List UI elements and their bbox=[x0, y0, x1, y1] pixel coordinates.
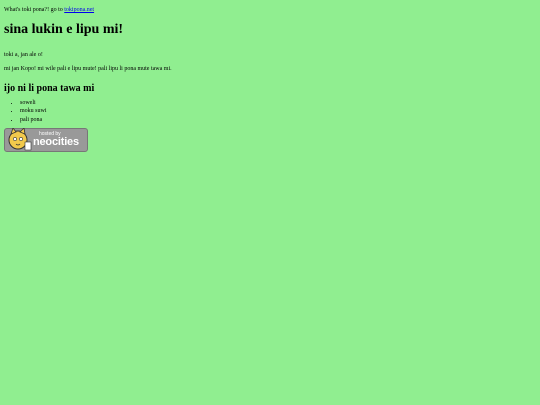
neocities-badge[interactable]: hosted by neocities bbox=[4, 127, 88, 152]
tokipona-link[interactable]: tokipona.net bbox=[64, 7, 94, 13]
page-content: What's toki pona?! go to tokipona.net si… bbox=[0, 0, 540, 156]
likes-list: soweli moku suwi pali pona bbox=[4, 99, 536, 123]
list-item: pali pona bbox=[20, 116, 536, 124]
greeting-paragraph: toki a, jan ale o! bbox=[4, 51, 43, 58]
neocities-cat-icon bbox=[8, 127, 32, 150]
list-item: soweli bbox=[20, 99, 536, 107]
likes-heading: ijo ni li pona tawa mi bbox=[4, 83, 95, 95]
badge-main-text: neocities bbox=[33, 135, 79, 148]
intro-text: What's toki pona?! go to bbox=[4, 7, 63, 13]
list-item: moku suwi bbox=[20, 107, 536, 115]
page-title: sina lukin e lipu mi! bbox=[4, 22, 124, 38]
intro-line: What's toki pona?! go to tokipona.net bbox=[4, 6, 536, 14]
about-paragraph: mi jan Kopo! mi wile pali e lipu mute! p… bbox=[4, 65, 172, 72]
badge-text: hosted by neocities bbox=[33, 131, 79, 148]
